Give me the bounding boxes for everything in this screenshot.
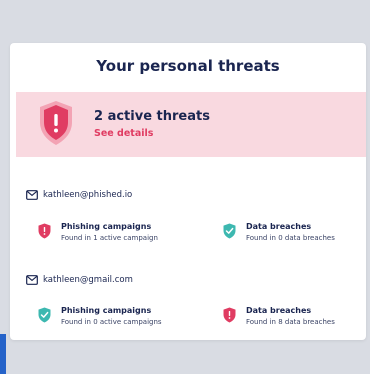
safe-shield-icon xyxy=(223,223,236,239)
mail-icon xyxy=(26,190,38,200)
see-details-link[interactable]: See details xyxy=(94,128,153,139)
status-detail: Found in 0 data breaches xyxy=(246,234,335,242)
safe-shield-icon xyxy=(38,307,51,323)
status-title: Data breaches xyxy=(246,222,312,231)
status-title: Data breaches xyxy=(246,306,312,315)
account-email-row: kathleen@phished.io xyxy=(26,190,132,200)
mail-icon xyxy=(26,275,38,285)
window-edge-accent xyxy=(0,334,6,374)
alert-shield-icon xyxy=(40,101,72,145)
threat-summary-banner: 2 active threats See details xyxy=(16,92,366,157)
status-detail: Found in 1 active campaign xyxy=(61,234,158,242)
threats-card: Your personal threats 2 active threats S… xyxy=(10,43,366,340)
danger-shield-icon xyxy=(223,307,236,323)
card-title: Your personal threats xyxy=(96,57,280,75)
danger-shield-icon xyxy=(38,223,51,239)
status-detail: Found in 8 data breaches xyxy=(246,318,335,326)
account-email: kathleen@gmail.com xyxy=(43,275,133,285)
status-title: Phishing campaigns xyxy=(61,306,152,315)
status-detail: Found in 0 active campaigns xyxy=(61,318,162,326)
account-email-row: kathleen@gmail.com xyxy=(26,275,133,285)
account-email: kathleen@phished.io xyxy=(43,190,133,200)
status-title: Phishing campaigns xyxy=(61,222,152,231)
active-threats-count: 2 active threats xyxy=(94,109,210,124)
